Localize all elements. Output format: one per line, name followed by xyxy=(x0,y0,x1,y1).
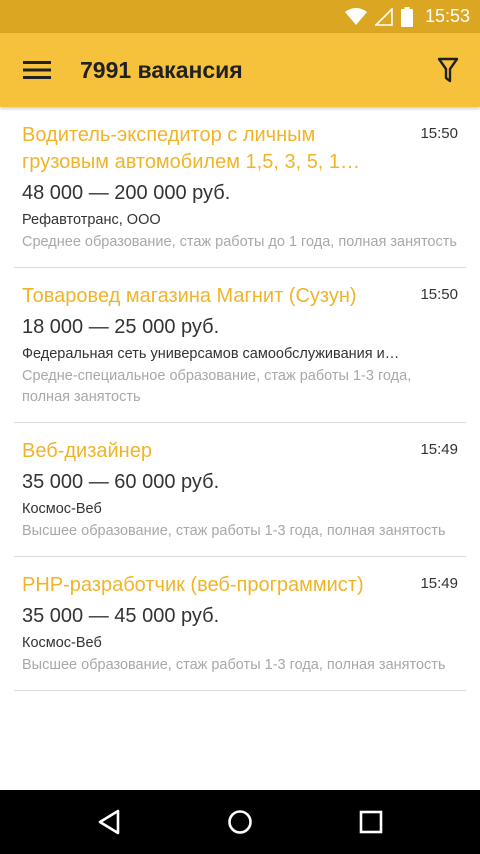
app-bar: 7991 вакансия xyxy=(0,33,480,107)
vacancy-time: 15:49 xyxy=(420,575,458,592)
page-title: 7991 вакансия xyxy=(80,56,243,83)
vacancy-salary: 35 000 — 45 000 руб. xyxy=(22,605,220,627)
vacancy-description: Высшее образование, стаж работы 1-3 года… xyxy=(22,523,446,539)
signal-icon xyxy=(374,7,393,26)
battery-icon xyxy=(400,6,413,27)
vacancy-title: Водитель-экспедитор с личным грузовым ав… xyxy=(22,124,361,173)
vacancy-company: Федеральная сеть универсамов самообслужи… xyxy=(22,346,400,362)
home-icon[interactable] xyxy=(210,792,270,852)
vacancy-item[interactable]: Водитель-экспедитор с личным грузовым ав… xyxy=(14,107,466,268)
navigation-bar xyxy=(0,790,480,854)
status-time: 15:53 xyxy=(424,6,470,26)
vacancy-title: PHP-разработчик (веб-программист) xyxy=(22,574,364,596)
vacancy-description: Средне-специальное образование, стаж раб… xyxy=(22,368,412,405)
back-icon[interactable] xyxy=(79,792,139,852)
vacancy-time: 15:50 xyxy=(420,125,458,142)
vacancy-item[interactable]: Товаровед магазина Магнит (Сузун) 15:50 … xyxy=(14,268,466,423)
vacancy-description: Высшее образование, стаж работы 1-3 года… xyxy=(22,657,446,673)
wifi-icon xyxy=(344,7,367,26)
vacancy-item[interactable]: PHP-разработчик (веб-программист) 15:49 … xyxy=(14,557,466,691)
vacancy-title: Веб-дизайнер xyxy=(22,440,152,462)
vacancy-item[interactable]: Веб-дизайнер 15:49 35 000 — 60 000 руб. … xyxy=(14,423,466,557)
vacancy-description: Среднее образование, стаж работы до 1 го… xyxy=(22,234,457,250)
vacancy-time: 15:50 xyxy=(420,286,458,303)
vacancy-salary: 35 000 — 60 000 руб. xyxy=(22,471,220,493)
vacancy-salary: 18 000 — 25 000 руб. xyxy=(22,316,220,338)
vacancy-title: Товаровед магазина Магнит (Сузун) xyxy=(22,285,357,307)
status-bar: 15:53 xyxy=(0,0,480,33)
vacancy-list[interactable]: Водитель-экспедитор с личным грузовым ав… xyxy=(0,107,480,790)
recents-icon[interactable] xyxy=(341,792,401,852)
hamburger-menu-icon[interactable] xyxy=(0,33,74,107)
vacancy-salary: 48 000 — 200 000 руб. xyxy=(22,182,231,204)
vacancy-company: Космос-Веб xyxy=(22,635,102,651)
vacancy-company: Рефавтотранс, ООО xyxy=(22,212,161,228)
vacancy-time: 15:49 xyxy=(420,441,458,458)
vacancy-company: Космос-Веб xyxy=(22,501,102,517)
filter-icon[interactable] xyxy=(416,33,480,107)
